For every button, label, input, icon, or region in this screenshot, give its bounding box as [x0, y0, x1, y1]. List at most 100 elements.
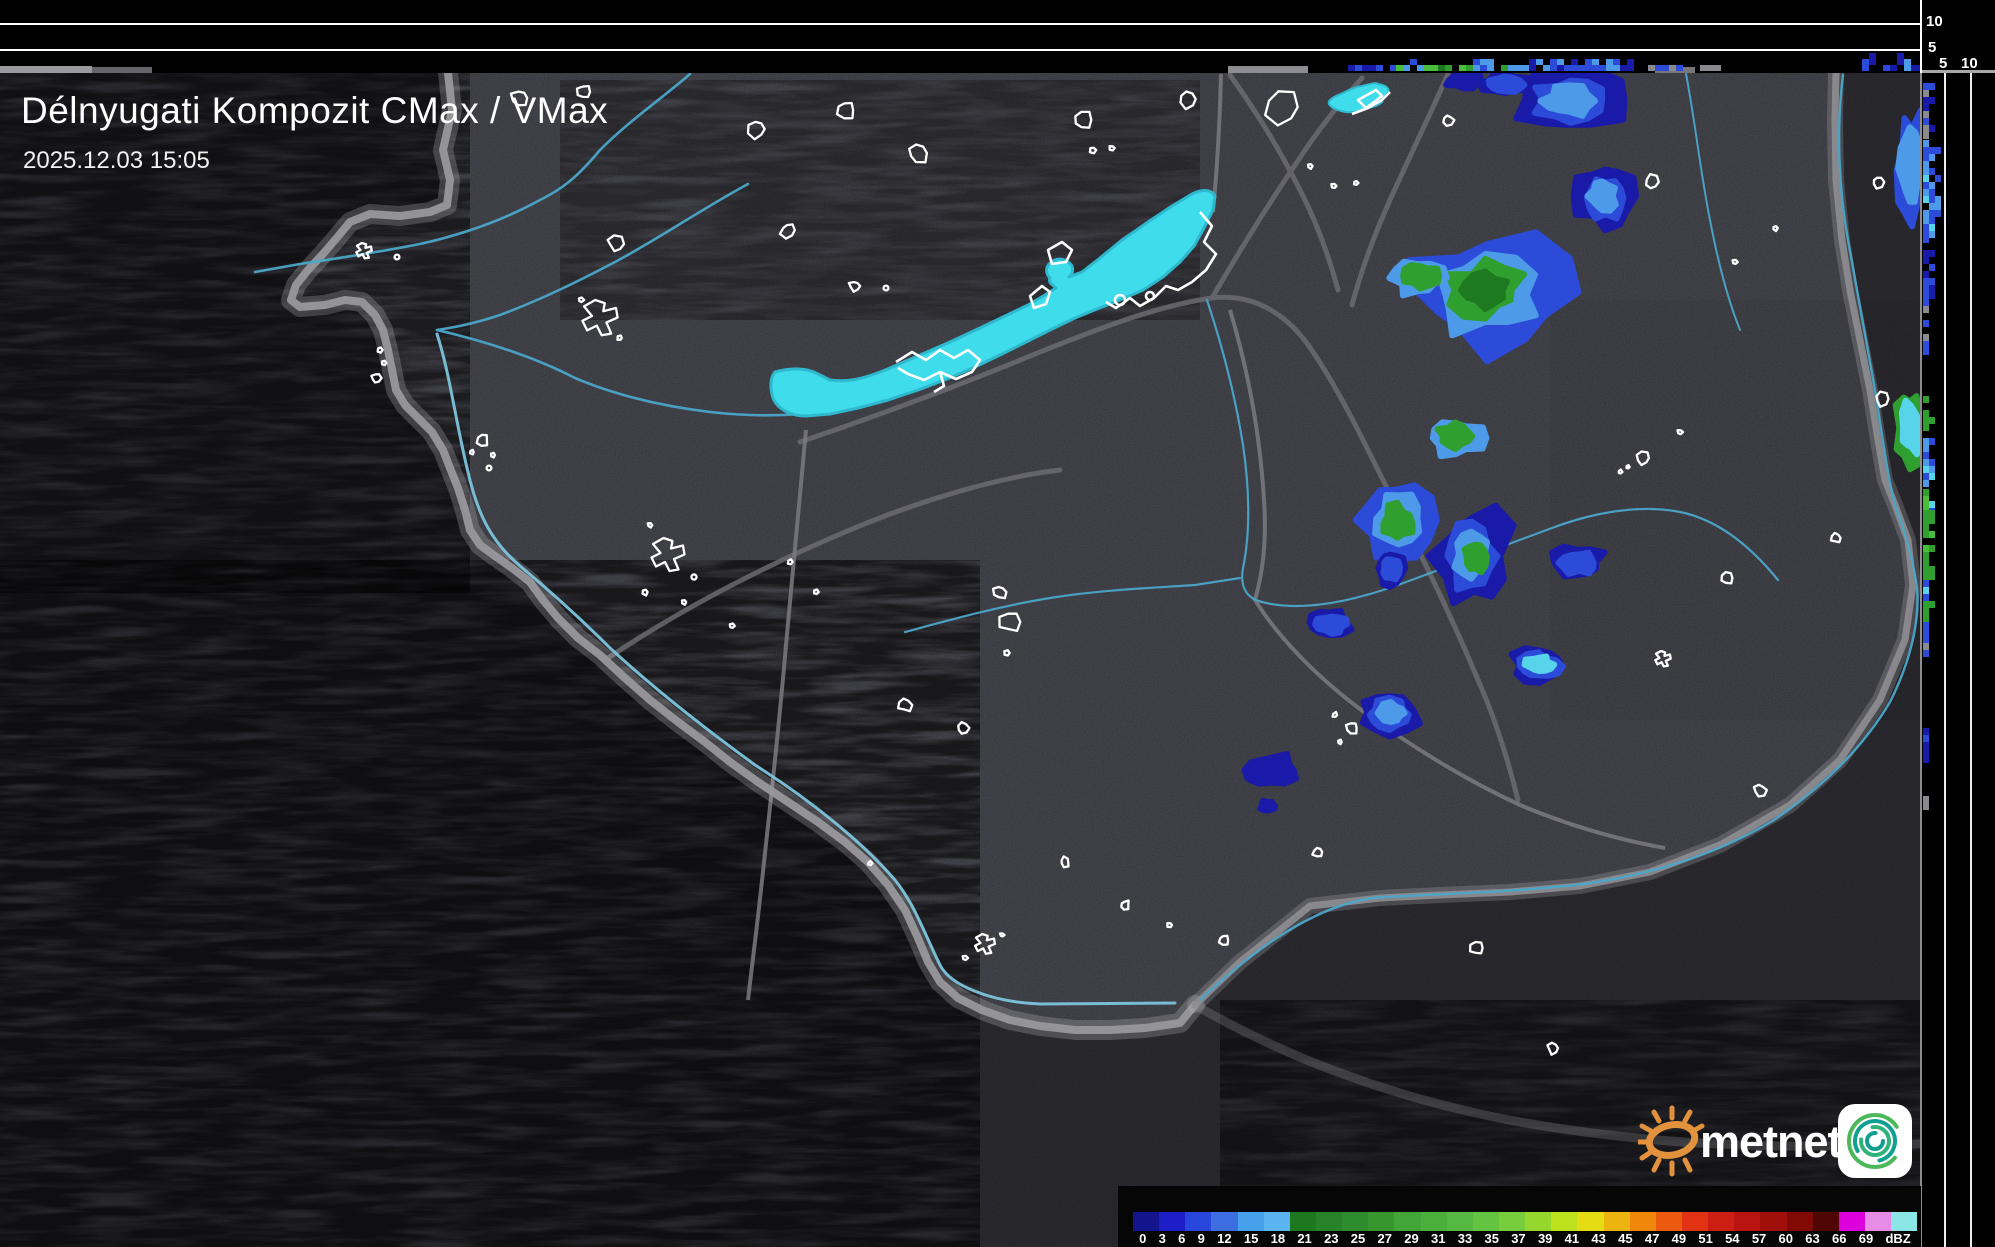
- profile-echo-pixel: [1923, 125, 1929, 132]
- legend-swatch: [1237, 1212, 1264, 1231]
- profile-echo-pixel: [1904, 65, 1911, 71]
- legend-swatch: [1472, 1212, 1499, 1231]
- profile-echo-pixel: [1923, 438, 1929, 445]
- profile-echo-pixel: [1929, 203, 1935, 210]
- profile-echo-pixel: [1929, 231, 1935, 238]
- top-panel-ground-segment: [0, 66, 92, 73]
- profile-echo-pixel: [1508, 65, 1515, 71]
- profile-echo-pixel: [1627, 65, 1634, 71]
- profile-echo-pixel: [1929, 196, 1935, 203]
- profile-echo-pixel: [1929, 224, 1935, 231]
- sun-icon: [1635, 1105, 1705, 1177]
- legend-swatch: [1133, 1212, 1160, 1231]
- radar-product-image: Délnyugati Kompozit CMax / VMax 2025.12.…: [0, 0, 1995, 1247]
- profile-echo-pixel: [1897, 53, 1904, 59]
- profile-echo-pixel: [1929, 264, 1935, 271]
- profile-echo-pixel: [1923, 410, 1929, 417]
- profile-echo-pixel: [1522, 65, 1529, 71]
- profile-echo-pixel: [1929, 473, 1935, 480]
- top-panel-ground-segment: [1228, 66, 1308, 73]
- profile-echo-pixel: [1923, 306, 1929, 313]
- radar-echo: [1461, 541, 1490, 576]
- profile-echo-pixel: [1923, 496, 1929, 503]
- legend-swatch: [1864, 1212, 1892, 1231]
- profile-echo-pixel: [1929, 531, 1935, 538]
- profile-echo-pixel: [1929, 601, 1935, 608]
- profile-echo-pixel: [1543, 65, 1550, 71]
- profile-echo-pixel: [1923, 320, 1929, 327]
- legend-tick-label: 35: [1484, 1231, 1499, 1246]
- profile-echo-pixel: [1578, 65, 1585, 71]
- legend-swatch: [1551, 1212, 1578, 1231]
- profile-echo-pixel: [1550, 65, 1557, 71]
- profile-echo-pixel: [1923, 615, 1929, 622]
- profile-echo-pixel: [1550, 59, 1557, 65]
- profile-echo-pixel: [1410, 59, 1417, 65]
- radar-echo: [1485, 73, 1528, 95]
- profile-echo-pixel: [1923, 531, 1929, 538]
- profile-echo-pixel: [1923, 489, 1929, 496]
- profile-echo-pixel: [1929, 545, 1935, 552]
- profile-echo-pixel: [1431, 65, 1438, 71]
- profile-echo-pixel: [1620, 65, 1627, 71]
- legend-tick-label: 41: [1564, 1231, 1580, 1246]
- profile-echo-pixel: [1923, 341, 1929, 348]
- top-panel-line-10km: [0, 23, 1921, 25]
- profile-echo-pixel: [1627, 59, 1634, 65]
- profile-echo-pixel: [1929, 168, 1935, 175]
- profile-echo-pixel: [1396, 65, 1403, 71]
- radar-echo: [1555, 549, 1597, 577]
- profile-echo-pixel: [1923, 104, 1929, 111]
- panel-separator-top: [1920, 0, 1922, 73]
- profile-echo-pixel: [1714, 65, 1721, 71]
- profile-echo-pixel: [1923, 510, 1929, 517]
- profile-echo-pixel: [1862, 59, 1869, 65]
- profile-echo-pixel: [1929, 83, 1935, 90]
- profile-echo-pixel: [1923, 154, 1929, 161]
- profile-echo-pixel: [1923, 271, 1929, 278]
- profile-echo-pixel: [1557, 59, 1564, 65]
- profile-echo-pixel: [1923, 224, 1929, 231]
- profile-echo-pixel: [1923, 545, 1929, 552]
- profile-echo-pixel: [1923, 83, 1929, 90]
- profile-echo-pixel: [1557, 65, 1564, 71]
- legend-tick-label: 27: [1377, 1231, 1392, 1246]
- profile-echo-pixel: [1929, 147, 1935, 154]
- profile-echo-pixel: [1923, 424, 1929, 431]
- legend-swatch: [1629, 1212, 1656, 1231]
- profile-echo-pixel: [1923, 168, 1929, 175]
- colorbar-swatches: [1133, 1212, 1918, 1231]
- profile-echo-pixel: [1929, 210, 1935, 217]
- legend-tick-label: 47: [1644, 1231, 1660, 1246]
- profile-echo-pixel: [1390, 65, 1397, 71]
- profile-echo-pixel: [1445, 65, 1452, 71]
- profile-echo-pixel: [1929, 250, 1935, 257]
- profile-echo-pixel: [1923, 517, 1929, 524]
- profile-echo-pixel: [1515, 65, 1522, 71]
- profile-echo-pixel: [1700, 65, 1707, 71]
- top-panel-height-label-5: 5: [1928, 39, 1937, 56]
- profile-echo-pixel: [1929, 573, 1935, 580]
- profile-echo-pixel: [1923, 636, 1929, 643]
- right-panel-height-label-5: 5: [1939, 55, 1948, 72]
- profile-echo-pixel: [1929, 285, 1935, 292]
- profile-echo-pixel: [1473, 65, 1480, 71]
- radar-echo: [1257, 797, 1278, 814]
- profile-echo-pixel: [1923, 742, 1929, 749]
- legend-swatch: [1394, 1212, 1421, 1231]
- legend-swatch: [1681, 1212, 1709, 1231]
- profile-echo-pixel: [1376, 65, 1383, 71]
- profile-echo-pixel: [1599, 65, 1606, 71]
- right-profile-panel: [1920, 0, 1995, 1247]
- product-timestamp: 2025.12.03 15:05: [23, 147, 210, 174]
- profile-echo-pixel: [1923, 250, 1929, 257]
- profile-echo-pixel: [1923, 334, 1929, 341]
- profile-echo-pixel: [1923, 217, 1929, 224]
- legend-swatch: [1420, 1212, 1447, 1231]
- legend-swatch: [1734, 1212, 1761, 1231]
- profile-echo-pixel: [1923, 452, 1929, 459]
- profile-echo-pixel: [1613, 65, 1620, 71]
- profile-echo-pixel: [1473, 59, 1480, 65]
- legend-tick-label: 49: [1671, 1231, 1687, 1246]
- profile-echo-pixel: [1923, 650, 1929, 657]
